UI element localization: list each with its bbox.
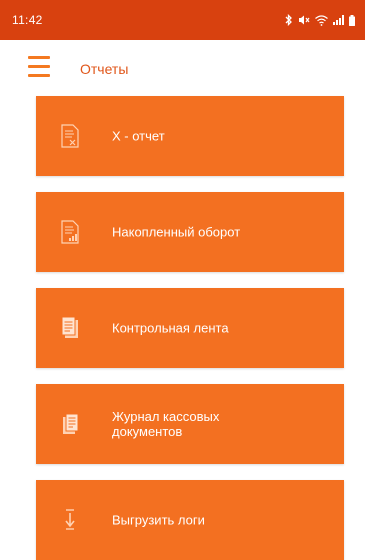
cash-documents-journal-label: Журнал кассовых документов [112, 409, 220, 439]
status-time: 11:42 [12, 13, 43, 27]
x-report-label: Х - отчет [112, 128, 165, 144]
page-title: Отчеты [80, 61, 129, 77]
bluetooth-icon [285, 14, 293, 26]
x-report-icon [60, 124, 80, 148]
upload-logs-icon [60, 508, 80, 532]
cash-documents-journal-icon [60, 412, 80, 436]
app-header: Отчеты [0, 40, 365, 96]
status-bar: 11:42 [0, 0, 365, 40]
battery-icon [349, 14, 355, 26]
upload-logs-label: Выгрузить логи [112, 512, 205, 528]
x-report-button[interactable]: Х - отчет [36, 96, 344, 176]
reports-menu-list: Х - отчет Накопленный оборот Контрольная… [36, 96, 344, 560]
upload-logs-button[interactable]: Выгрузить логи [36, 480, 344, 560]
signal-icon [333, 15, 344, 25]
accumulated-turnover-icon [60, 220, 80, 244]
wifi-icon [315, 14, 328, 26]
cash-documents-journal-button[interactable]: Журнал кассовых документов [36, 384, 344, 464]
control-tape-button[interactable]: Контрольная лента [36, 288, 344, 368]
accumulated-turnover-label: Накопленный оборот [112, 224, 241, 240]
control-tape-label: Контрольная лента [112, 320, 229, 336]
status-icons [285, 13, 355, 27]
mute-icon [298, 14, 310, 26]
hamburger-menu-icon[interactable] [22, 56, 54, 80]
accumulated-turnover-button[interactable]: Накопленный оборот [36, 192, 344, 272]
control-tape-icon [60, 316, 80, 340]
